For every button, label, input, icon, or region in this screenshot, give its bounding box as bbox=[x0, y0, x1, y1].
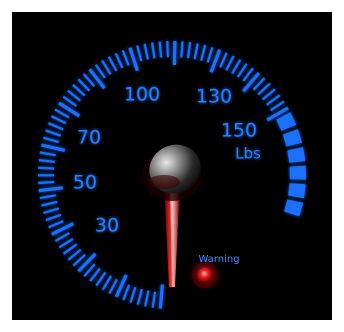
scale-tick bbox=[122, 284, 131, 301]
scale-tick bbox=[151, 291, 157, 308]
scale-tick bbox=[41, 200, 58, 207]
scale-tick bbox=[107, 56, 118, 72]
scale-tick bbox=[89, 267, 101, 282]
scale-tick bbox=[200, 44, 207, 61]
scale-tick bbox=[51, 115, 67, 125]
scale-tick bbox=[83, 263, 96, 278]
scale-tick bbox=[151, 42, 156, 59]
gauge-panel: 30 50 70 100 130 150 Lbs Warning bbox=[12, 12, 332, 320]
scale-segment bbox=[288, 183, 306, 199]
scale-tick bbox=[54, 108, 70, 119]
scale-tick bbox=[39, 151, 56, 157]
scale-label-30: 30 bbox=[95, 215, 119, 237]
scale-tick bbox=[101, 60, 112, 75]
scale-tick bbox=[114, 52, 124, 69]
scale-tick bbox=[95, 271, 107, 287]
scale-tick bbox=[38, 159, 55, 163]
scale-tick bbox=[77, 252, 97, 273]
scale-tick bbox=[128, 47, 139, 72]
scale-tick bbox=[129, 286, 137, 303]
scale-tick bbox=[48, 220, 64, 229]
scale-segment bbox=[287, 147, 306, 163]
scale-tick bbox=[231, 59, 242, 75]
scale-tick bbox=[158, 41, 163, 58]
scale-tick bbox=[45, 213, 62, 222]
scale-tick bbox=[143, 43, 149, 60]
scale-tick bbox=[39, 194, 56, 200]
scale-tick bbox=[270, 100, 285, 112]
scale-tick bbox=[242, 71, 261, 93]
scale-tick bbox=[108, 278, 118, 295]
scale-tick bbox=[42, 136, 60, 144]
scale-tick bbox=[209, 49, 222, 73]
scale-tick bbox=[158, 284, 164, 309]
scale-tick bbox=[121, 49, 130, 66]
scale-tick bbox=[225, 55, 235, 71]
scale-segment bbox=[289, 165, 306, 180]
scale-tick bbox=[166, 41, 169, 58]
scale-tick bbox=[41, 143, 66, 152]
scale-label-100: 100 bbox=[124, 84, 160, 106]
scale-label-150: 150 bbox=[221, 120, 257, 142]
scale-tick bbox=[38, 186, 63, 193]
scale-tick bbox=[82, 73, 96, 87]
scale-tick bbox=[172, 40, 177, 66]
scale-tick bbox=[136, 288, 143, 305]
scale-tick bbox=[101, 275, 112, 291]
scale-tick bbox=[236, 63, 248, 78]
scale-tick bbox=[38, 180, 55, 185]
warning-label: Warning bbox=[198, 254, 239, 265]
unit-label: Lbs bbox=[235, 145, 261, 163]
scale-tick bbox=[47, 122, 64, 131]
scale-tick bbox=[77, 78, 91, 92]
scale-tick bbox=[72, 83, 86, 97]
scale-tick bbox=[219, 52, 228, 68]
scale-tick bbox=[186, 42, 192, 59]
scale-tick bbox=[257, 82, 271, 96]
hub-knob-icon bbox=[142, 144, 202, 201]
scale-segment bbox=[282, 129, 302, 147]
scale-label-70: 70 bbox=[77, 127, 101, 149]
scale-tick bbox=[144, 290, 150, 307]
scale-tick bbox=[62, 95, 77, 107]
scale-tick bbox=[62, 243, 78, 255]
scale-tick bbox=[242, 67, 254, 82]
screenshot-frame: 30 50 70 100 130 150 Lbs Warning bbox=[0, 0, 344, 332]
warning-light-icon bbox=[192, 262, 218, 288]
scale-tick bbox=[193, 43, 199, 60]
scale-tick bbox=[261, 88, 276, 101]
scale-tick bbox=[136, 45, 143, 62]
scale-label-50: 50 bbox=[73, 172, 97, 194]
scale-tick bbox=[180, 41, 184, 58]
gauge-end-segments bbox=[276, 112, 306, 217]
scale-tick bbox=[38, 166, 55, 170]
scale-segment bbox=[284, 199, 304, 217]
scale-tick bbox=[58, 237, 74, 249]
scale-tick bbox=[206, 46, 214, 63]
scale-tick bbox=[266, 94, 281, 106]
scale-tick bbox=[94, 64, 106, 79]
scale-tick bbox=[45, 129, 62, 137]
scale-label-130: 130 bbox=[196, 86, 232, 108]
scale-tick bbox=[67, 89, 81, 102]
scale-tick bbox=[43, 207, 60, 215]
pressure-gauge: 30 50 70 100 130 150 Lbs Warning bbox=[38, 40, 306, 309]
scale-tick bbox=[67, 248, 82, 261]
scale-tick bbox=[54, 232, 70, 242]
